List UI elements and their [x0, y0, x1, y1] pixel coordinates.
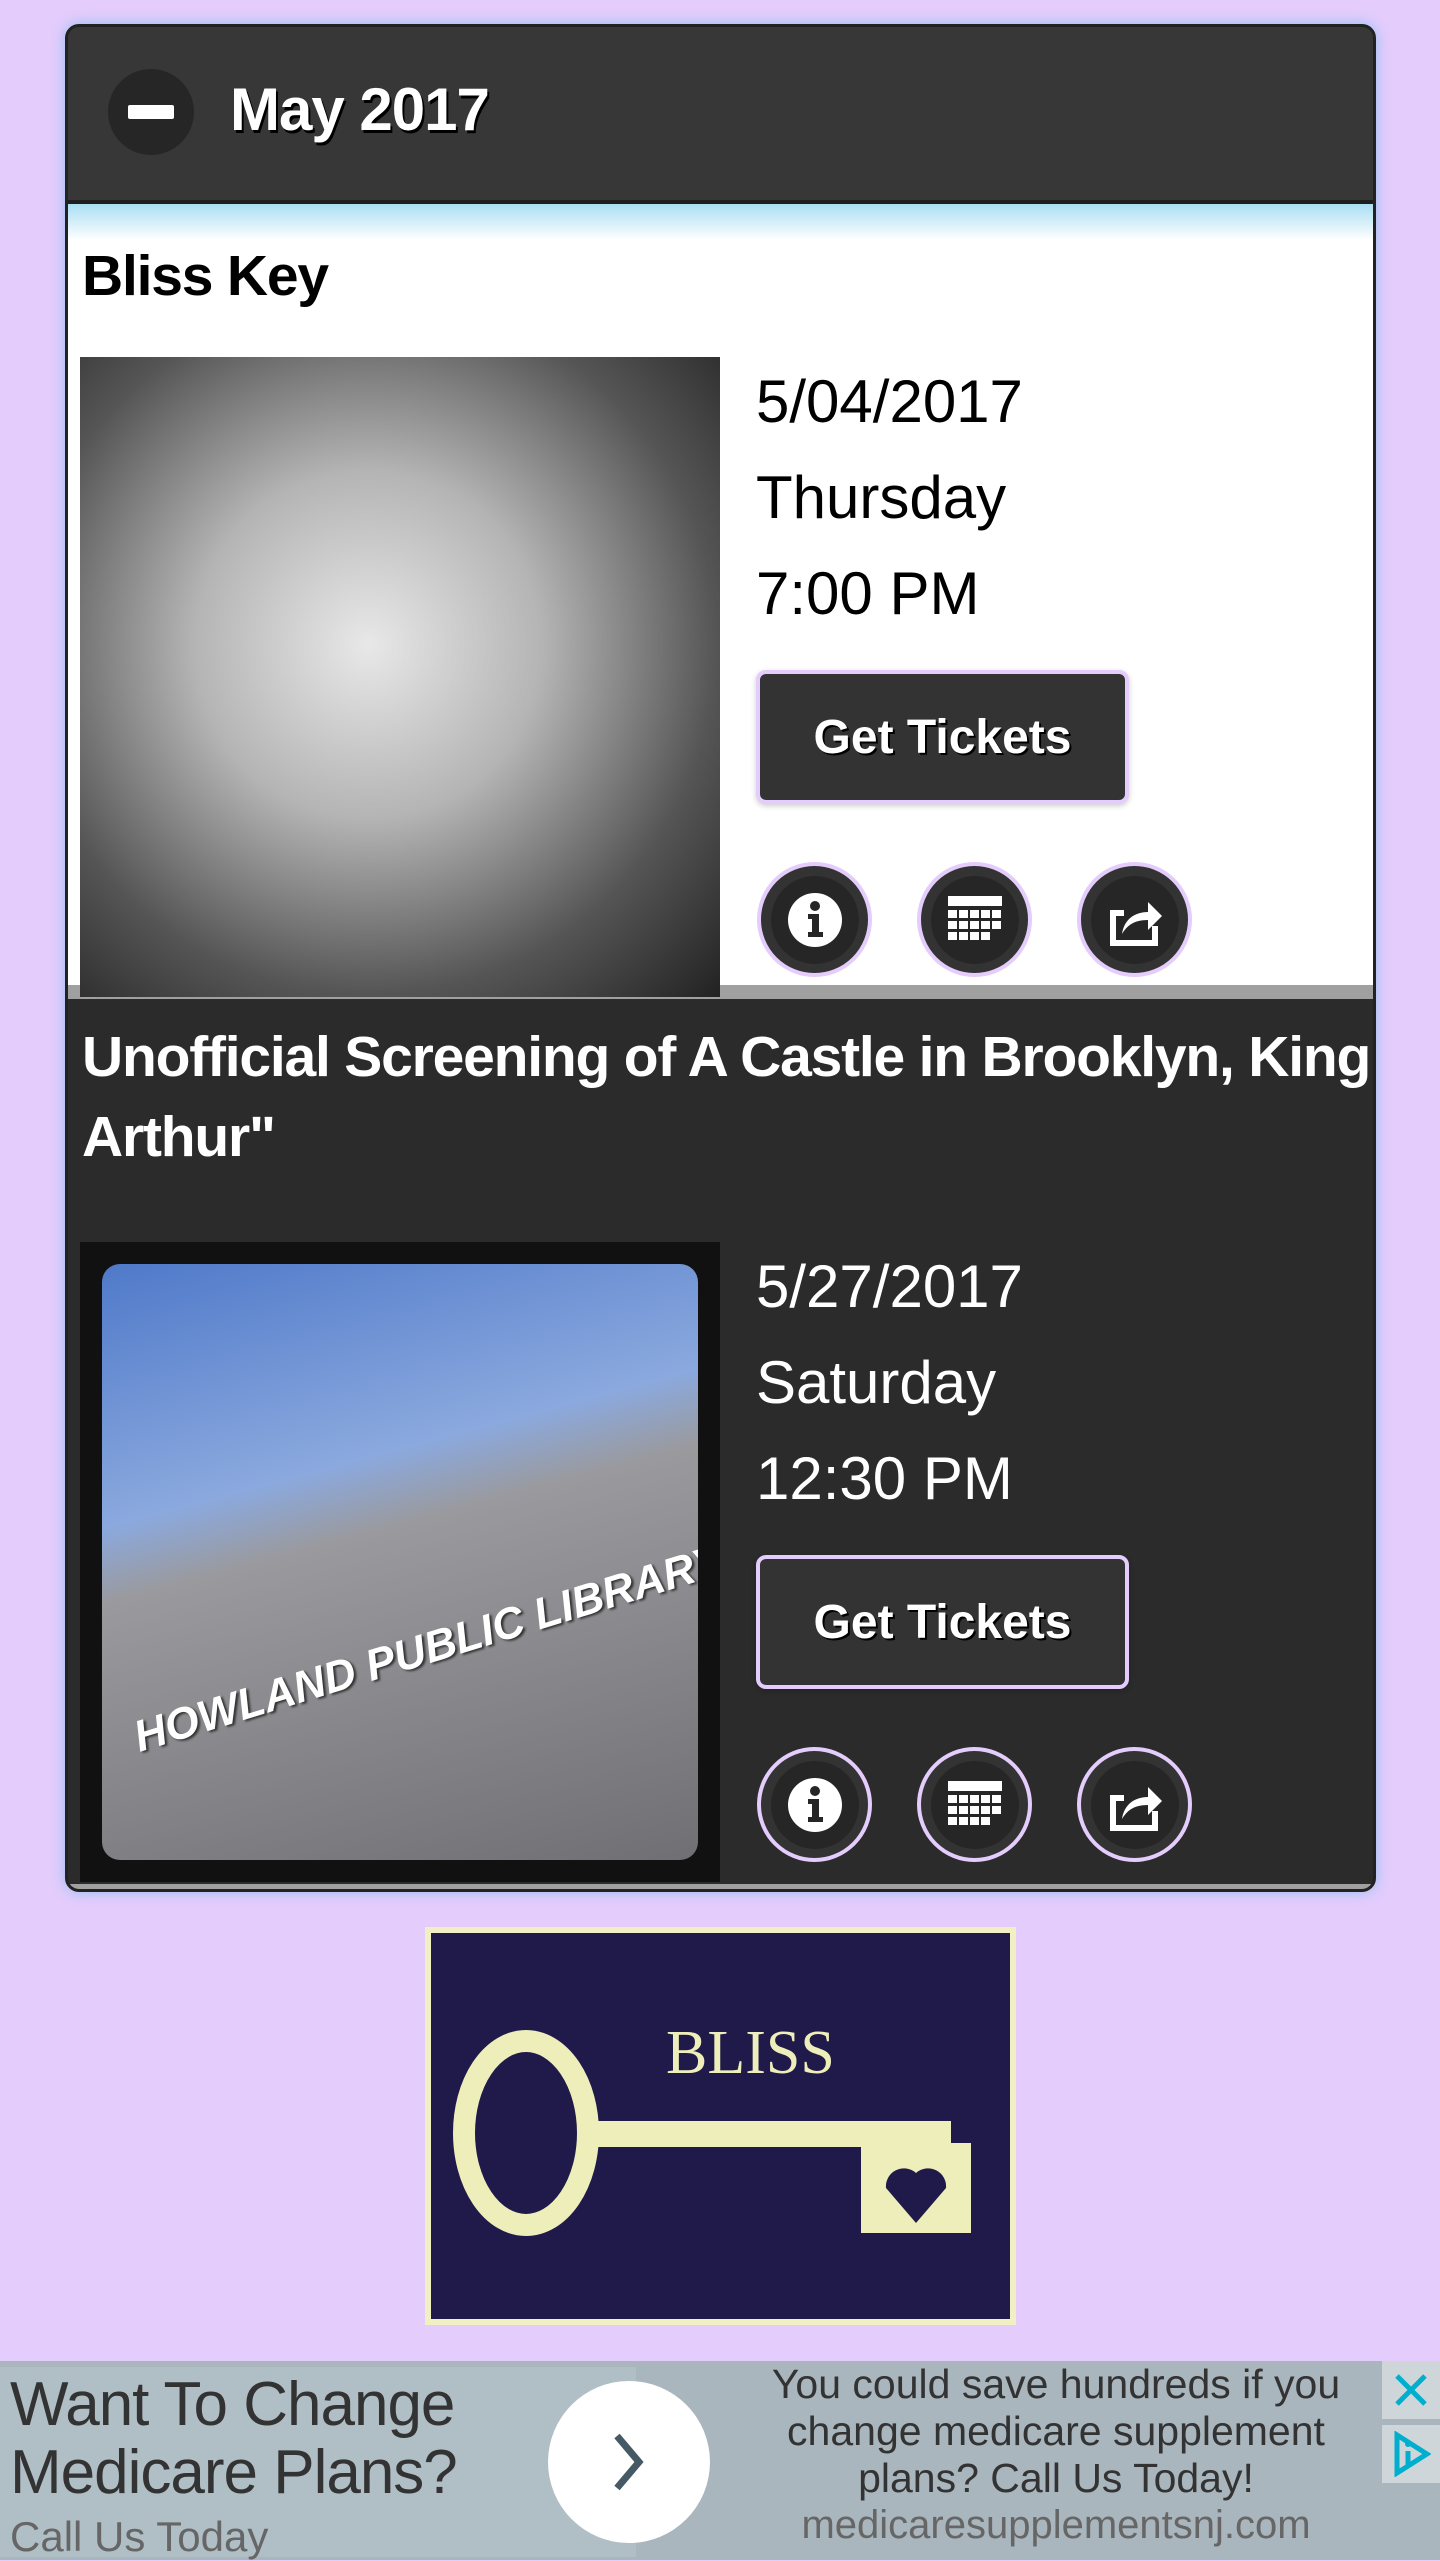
image-caption: HOWLAND PUBLIC LIBRARY: [128, 1535, 698, 1762]
share-icon: [1109, 901, 1162, 946]
month-title: May 2017: [230, 76, 490, 143]
event-date: 5/27/2017: [756, 1253, 1023, 1320]
event-date: 5/04/2017: [756, 368, 1023, 435]
event-time: 12:30 PM: [756, 1445, 1013, 1512]
event-title[interactable]: Bliss Key: [82, 236, 1372, 316]
adchoices-button[interactable]: [1382, 2425, 1440, 2483]
event-title[interactable]: Unofficial Screening of A Castle in Broo…: [82, 1017, 1372, 1177]
info-button[interactable]: [757, 1747, 872, 1862]
month-header[interactable]: May 2017: [68, 27, 1373, 204]
event-weekday: Thursday: [756, 464, 1007, 531]
event-item: Unofficial Screening of A Castle in Broo…: [68, 999, 1373, 1889]
event-weekday: Saturday: [756, 1349, 997, 1416]
get-tickets-button[interactable]: Get Tickets: [756, 1555, 1129, 1689]
share-button[interactable]: [1077, 862, 1192, 977]
share-button[interactable]: [1077, 1747, 1192, 1862]
calendar-button[interactable]: [917, 1747, 1032, 1862]
calendar-button[interactable]: [917, 862, 1032, 977]
logo-text: BLISS: [666, 2019, 835, 2087]
ad-banner[interactable]: Want To Change Medicare Plans? Call Us T…: [0, 2361, 1440, 2560]
ad-arrow-button[interactable]: [548, 2381, 710, 2543]
adchoices-icon: [1394, 2431, 1431, 2477]
ad-url[interactable]: medicaresupplementsnj.com: [736, 2503, 1376, 2548]
calendar-icon: [947, 895, 1002, 940]
event-image[interactable]: [80, 357, 720, 997]
events-card: May 2017 Bliss Key 5/04/2017 Thursday 7:…: [65, 24, 1376, 1892]
event-image[interactable]: HOWLAND PUBLIC LIBRARY: [80, 1242, 720, 1882]
ad-body: You could save hundreds if you change me…: [771, 2361, 1341, 2501]
chevron-right-icon: [614, 2433, 644, 2491]
info-icon: [787, 892, 842, 947]
ad-subline: Call Us Today: [10, 2513, 269, 2560]
info-icon: [787, 1777, 842, 1832]
key-logo-image: BLISS: [453, 2019, 971, 2236]
ad-headline[interactable]: Want To Change Medicare Plans?: [10, 2371, 510, 2507]
ad-close-button[interactable]: [1382, 2361, 1440, 2419]
share-icon: [1109, 1786, 1162, 1831]
calendar-icon: [947, 1780, 1002, 1825]
info-button[interactable]: [757, 862, 872, 977]
event-item: Bliss Key 5/04/2017 Thursday 7:00 PM Get…: [68, 204, 1373, 999]
minus-icon[interactable]: [108, 69, 194, 155]
close-icon: [1395, 2374, 1427, 2406]
get-tickets-button[interactable]: Get Tickets: [756, 670, 1129, 804]
bliss-key-logo[interactable]: BLISS: [425, 1927, 1016, 2325]
event-time: 7:00 PM: [756, 560, 980, 627]
